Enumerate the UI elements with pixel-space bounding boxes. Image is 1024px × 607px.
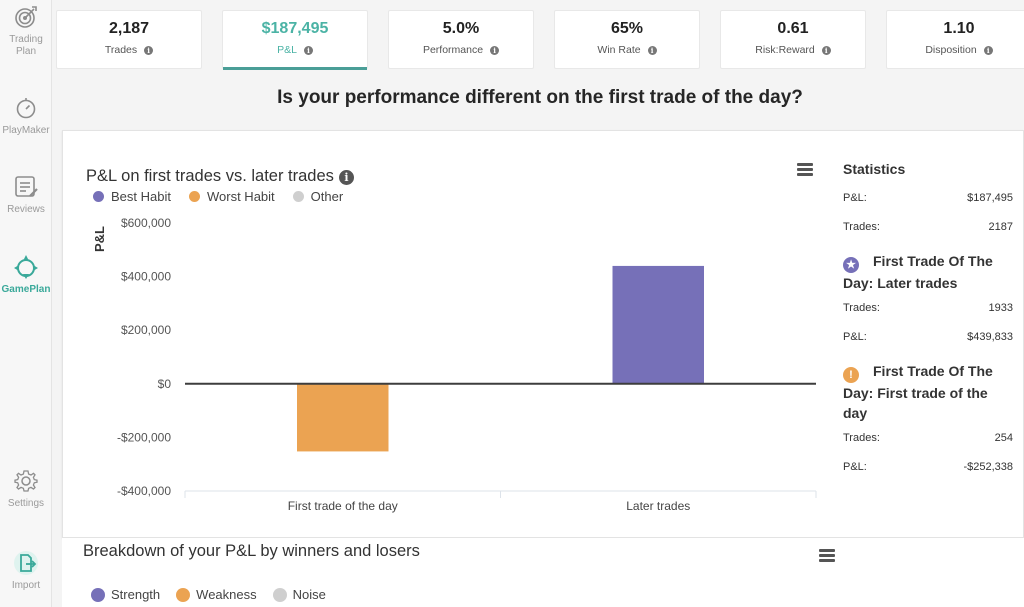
sidebar-item-import[interactable]: Import (0, 550, 52, 592)
metric-value: $187,495 (261, 20, 329, 37)
import-file-icon (14, 551, 38, 575)
metric-card-performance[interactable]: 5.0% Performance i (388, 10, 534, 69)
metric-label: Risk:Reward (755, 44, 815, 56)
legend-dot (91, 587, 105, 602)
stat-group-title: First Trade Of The Day: First trade of t… (843, 363, 993, 421)
metric-value: 65% (610, 20, 644, 37)
metric-label: Disposition (925, 44, 977, 56)
metric-label: Performance (422, 44, 484, 56)
stat-row-trades: Trades: 1933 (843, 301, 1013, 330)
gear-icon (14, 470, 38, 492)
metric-label: Win Rate (597, 44, 641, 56)
breakdown-legend: Strength Weakness Noise (91, 587, 326, 602)
statistics-panel: Statistics P&L: $187,495 Trades: 2187 ★ F… (843, 161, 1013, 489)
stat-key: Trades: (843, 221, 880, 233)
stat-value: -$252,338 (963, 461, 1013, 473)
stat-value: 254 (994, 432, 1013, 444)
metric-value: 1.10 (943, 20, 975, 37)
legend-dot (176, 587, 191, 602)
stat-key: P&L: (843, 331, 867, 343)
y-tick-label: $0 (158, 377, 172, 391)
legend-item-noise[interactable]: Noise (272, 587, 326, 602)
sidebar: Trading Plan PlayMaker Reviews GamePlan … (0, 0, 52, 607)
metric-card-win-rate[interactable]: 65% Win Rate i (554, 10, 700, 69)
stat-key: P&L: (843, 461, 867, 473)
breakdown-title: Breakdown of your P&L by winners and los… (83, 542, 420, 560)
bar-chart: P&L $600,000 $400,000 $200,000 $0 -$200,000 -… (92, 216, 817, 513)
review-list-icon (15, 176, 38, 197)
sidebar-item-label: PlayMaker (2, 125, 50, 136)
bar-later-trades (612, 265, 704, 384)
chart-panel: P&L on first trades vs. later trades i Be… (62, 130, 1024, 538)
x-tick-label: Later trades (626, 499, 690, 513)
bar-first-trade (297, 383, 389, 452)
target-icon (15, 6, 37, 28)
stat-group-heading-first: ! First Trade Of The Day: First trade of … (843, 361, 1013, 423)
y-axis-title: P&L (92, 226, 107, 252)
metric-card-disposition[interactable]: 1.10 Disposition i (886, 10, 1024, 69)
metric-value: 5.0% (442, 20, 480, 37)
stat-value: 1933 (988, 302, 1013, 314)
compass-icon (14, 255, 38, 279)
y-tick-label: -$400,000 (117, 484, 171, 498)
stat-value: $187,495 (967, 192, 1013, 204)
sidebar-item-reviews[interactable]: Reviews (0, 174, 52, 216)
stat-row-pnl: P&L: $187,495 (843, 191, 1013, 220)
sidebar-item-label: Import (11, 580, 41, 591)
stat-key: Trades: (843, 432, 880, 444)
breakdown-menu-icon[interactable] (819, 549, 835, 562)
sidebar-item-label: Trading Plan (9, 34, 43, 57)
x-tick-label: First trade of the day (288, 499, 398, 513)
metric-label: Trades (104, 44, 138, 56)
metric-card-pnl[interactable]: $187,495 P&L i (222, 10, 368, 70)
stat-value: $439,833 (967, 331, 1013, 343)
stat-group-title: First Trade Of The Day: Later trades (843, 253, 993, 291)
sidebar-item-gameplan[interactable]: GamePlan (0, 254, 52, 296)
app-root: Trading Plan PlayMaker Reviews GamePlan … (0, 0, 1024, 607)
stat-group-heading-later: ★ First Trade Of The Day: Later trades (843, 251, 1013, 293)
stat-key: Trades: (843, 302, 880, 314)
y-tick-label: -$200,000 (117, 430, 171, 444)
stat-row-pnl: P&L: $439,833 (843, 330, 1013, 359)
metric-card-trades[interactable]: 2,187 Trades i (56, 10, 202, 69)
stat-key: P&L: (843, 192, 867, 204)
sidebar-item-label: GamePlan (1, 284, 51, 295)
sidebar-item-playmaker[interactable]: PlayMaker (0, 95, 52, 137)
info-icon[interactable]: i (144, 46, 154, 55)
info-icon[interactable]: i (821, 46, 831, 55)
sidebar-item-label: Reviews (7, 204, 45, 215)
stat-row-trades: Trades: 2187 (843, 220, 1013, 249)
statistics-title: Statistics (843, 161, 906, 177)
legend-item-strength[interactable]: Strength (91, 587, 160, 602)
legend-item-weakness[interactable]: Weakness (176, 587, 257, 602)
legend-label: Weakness (196, 587, 257, 602)
legend-dot (272, 587, 287, 602)
info-icon[interactable]: i (647, 46, 657, 55)
stat-row-trades: Trades: 254 (843, 431, 1013, 460)
info-icon[interactable]: i (983, 46, 993, 55)
metric-value: 0.61 (777, 20, 809, 37)
stat-value: 2187 (988, 221, 1013, 233)
y-tick-label: $400,000 (121, 270, 171, 284)
sidebar-item-settings[interactable]: Settings (0, 468, 52, 510)
breakdown-panel: Breakdown of your P&L by winners and los… (62, 538, 1024, 607)
legend-label: Strength (111, 587, 161, 602)
metric-card-risk-reward[interactable]: 0.61 Risk:Reward i (720, 10, 866, 69)
stopwatch-icon (16, 98, 36, 119)
sidebar-item-label: Settings (7, 498, 45, 509)
info-icon[interactable]: i (303, 46, 313, 55)
info-icon[interactable]: i (490, 46, 500, 55)
star-icon: ★ (843, 257, 859, 273)
stat-row-pnl: P&L: -$252,338 (843, 460, 1013, 489)
metric-label: P&L (277, 44, 297, 56)
warning-icon: ! (843, 367, 859, 383)
page-heading: Is your performance different on the fir… (277, 87, 803, 108)
y-tick-label: $200,000 (121, 323, 171, 337)
y-tick-label: $600,000 (121, 216, 171, 230)
sidebar-item-trading-plan[interactable]: Trading Plan (0, 4, 52, 58)
metric-value: 2,187 (108, 20, 150, 37)
legend-label: Noise (292, 587, 326, 602)
